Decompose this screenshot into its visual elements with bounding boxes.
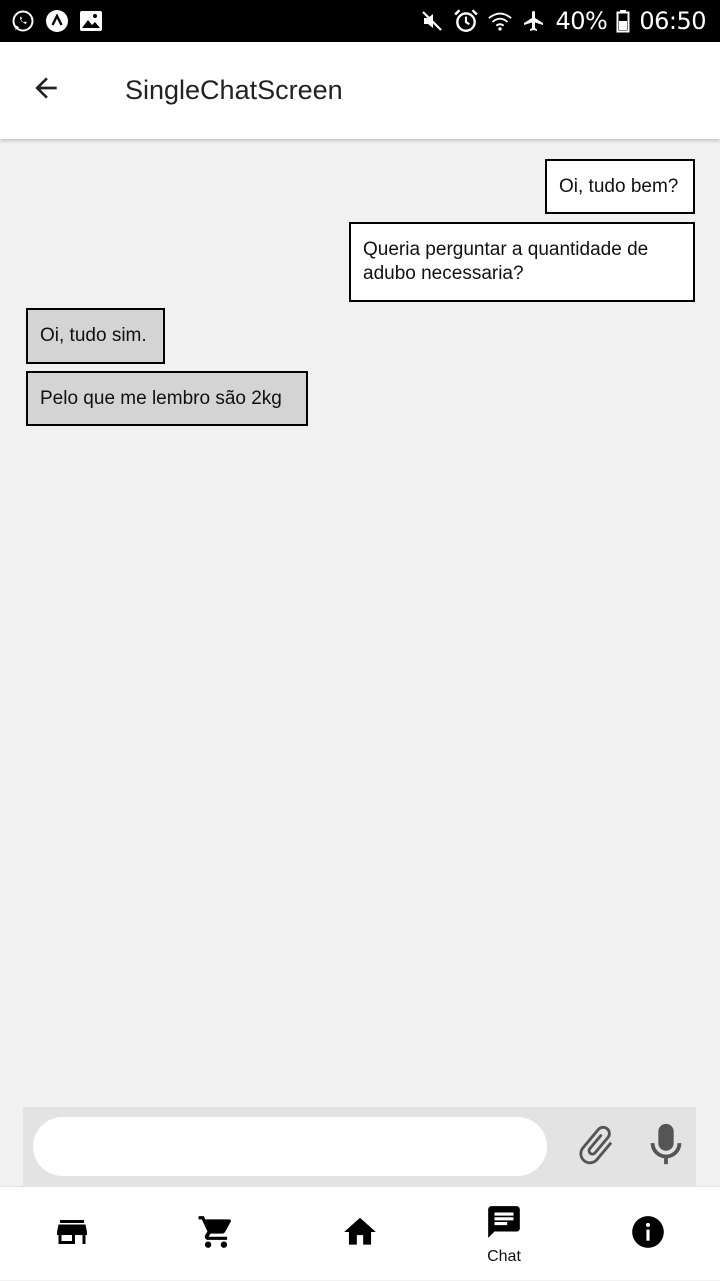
message-bubble-sent: Queria perguntar a quantidade de adubo n… <box>349 222 695 302</box>
nav-item-store[interactable] <box>0 1187 144 1281</box>
message-list: Oi, tudo bem? Queria perguntar a quantid… <box>0 139 720 1104</box>
store-icon <box>54 1214 90 1255</box>
notification-a-icon <box>44 8 70 34</box>
message-bubble-received: Pelo que me lembro são 2kg <box>26 371 308 426</box>
attach-button[interactable] <box>571 1121 621 1173</box>
message-text: Pelo que me lembro são 2kg <box>40 387 282 409</box>
mute-icon <box>419 8 445 34</box>
alarm-icon <box>453 8 479 34</box>
whatsapp-icon <box>10 8 36 34</box>
status-bar: 40% 06:50 <box>0 0 720 42</box>
message-composer <box>23 1107 696 1186</box>
message-text: Oi, tudo bem? <box>559 175 679 197</box>
info-icon <box>629 1213 667 1256</box>
paperclip-icon <box>573 1122 619 1173</box>
wifi-icon <box>487 8 513 34</box>
message-bubble-received: Oi, tudo sim. <box>26 308 165 364</box>
message-text: Oi, tudo sim. <box>40 325 147 346</box>
nav-item-info[interactable] <box>576 1187 720 1281</box>
nav-item-cart[interactable] <box>144 1187 288 1281</box>
app-bar: SingleChatScreen <box>0 42 720 139</box>
nav-item-home[interactable] <box>288 1187 432 1281</box>
message-text: Queria perguntar a quantidade de adubo n… <box>363 239 649 284</box>
message-bubble-sent: Oi, tudo bem? <box>545 159 695 214</box>
battery-percentage: 40% <box>555 7 608 35</box>
chat-icon <box>485 1203 523 1246</box>
nav-label-chat: Chat <box>487 1247 521 1265</box>
microphone-button[interactable] <box>643 1121 689 1173</box>
nav-item-chat[interactable]: Chat <box>432 1187 576 1281</box>
clock: 06:50 <box>639 7 706 35</box>
airplane-icon <box>521 8 547 34</box>
battery-icon <box>615 8 631 34</box>
bottom-navigation: Chat <box>0 1186 720 1280</box>
microphone-icon <box>646 1122 686 1173</box>
page-title: SingleChatScreen <box>125 75 343 105</box>
home-icon <box>341 1213 379 1256</box>
image-icon <box>78 8 104 34</box>
cart-icon <box>197 1213 235 1256</box>
back-button[interactable] <box>16 61 76 121</box>
arrow-left-icon <box>30 72 62 109</box>
message-input[interactable] <box>33 1117 547 1176</box>
